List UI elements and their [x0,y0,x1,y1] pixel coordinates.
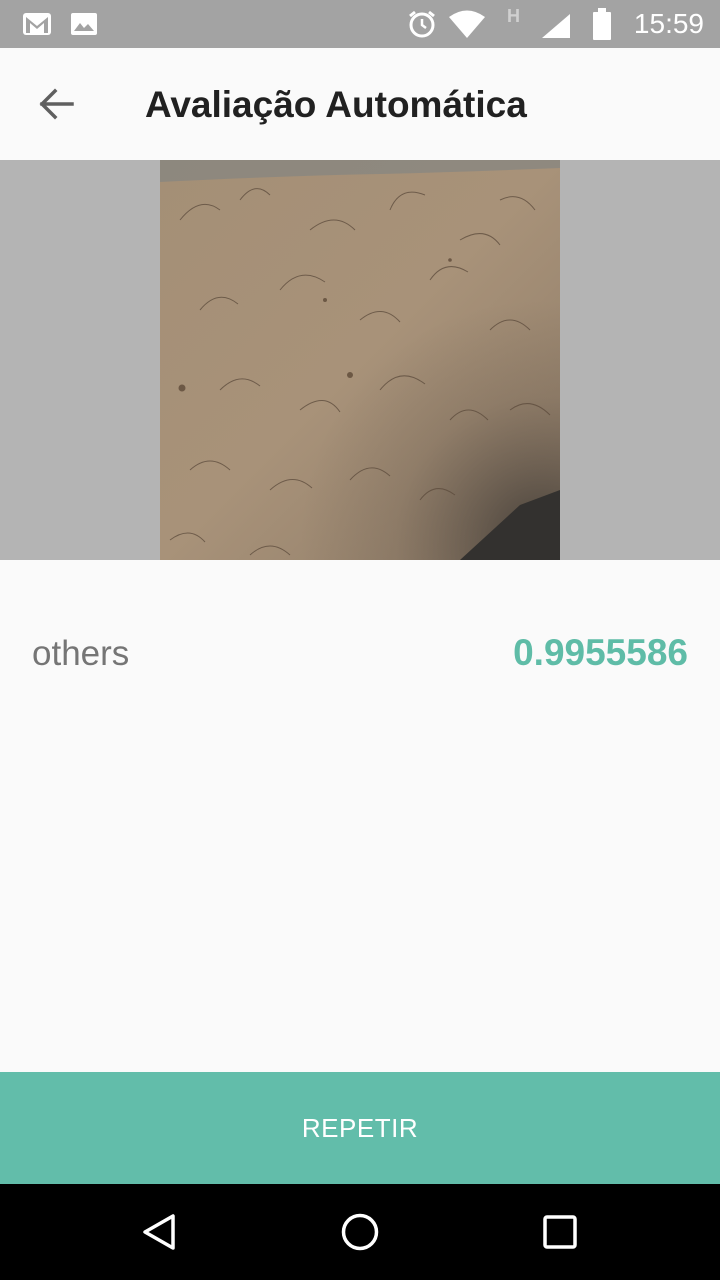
app-bar: Avaliação Automática [0,48,720,160]
result-confidence-value: 0.9955586 [513,632,688,673]
back-triangle-icon[interactable] [136,1208,184,1256]
alarm-icon [409,10,435,38]
wifi-icon [449,10,485,38]
status-bar: H 15:59 [0,0,720,48]
image-preview-area [0,160,720,560]
arrow-back-icon [39,88,74,120]
network-type-label: H [507,6,520,26]
gmail-icon [23,13,51,35]
signal-icon [542,14,570,38]
battery-icon [593,8,611,40]
repeat-button-label: REPETIR [301,1112,419,1143]
back-button[interactable] [28,80,84,128]
recents-square-icon[interactable] [536,1208,584,1256]
page-title: Avaliação Automática [145,84,527,125]
repeat-button[interactable]: REPETIR [0,1072,720,1184]
status-time: 15:59 [633,8,704,39]
navigation-bar [0,1184,720,1280]
image-notification-icon [71,13,97,35]
result-class-label: others [32,634,130,673]
home-circle-icon[interactable] [336,1208,384,1256]
skin-photo [160,160,560,560]
